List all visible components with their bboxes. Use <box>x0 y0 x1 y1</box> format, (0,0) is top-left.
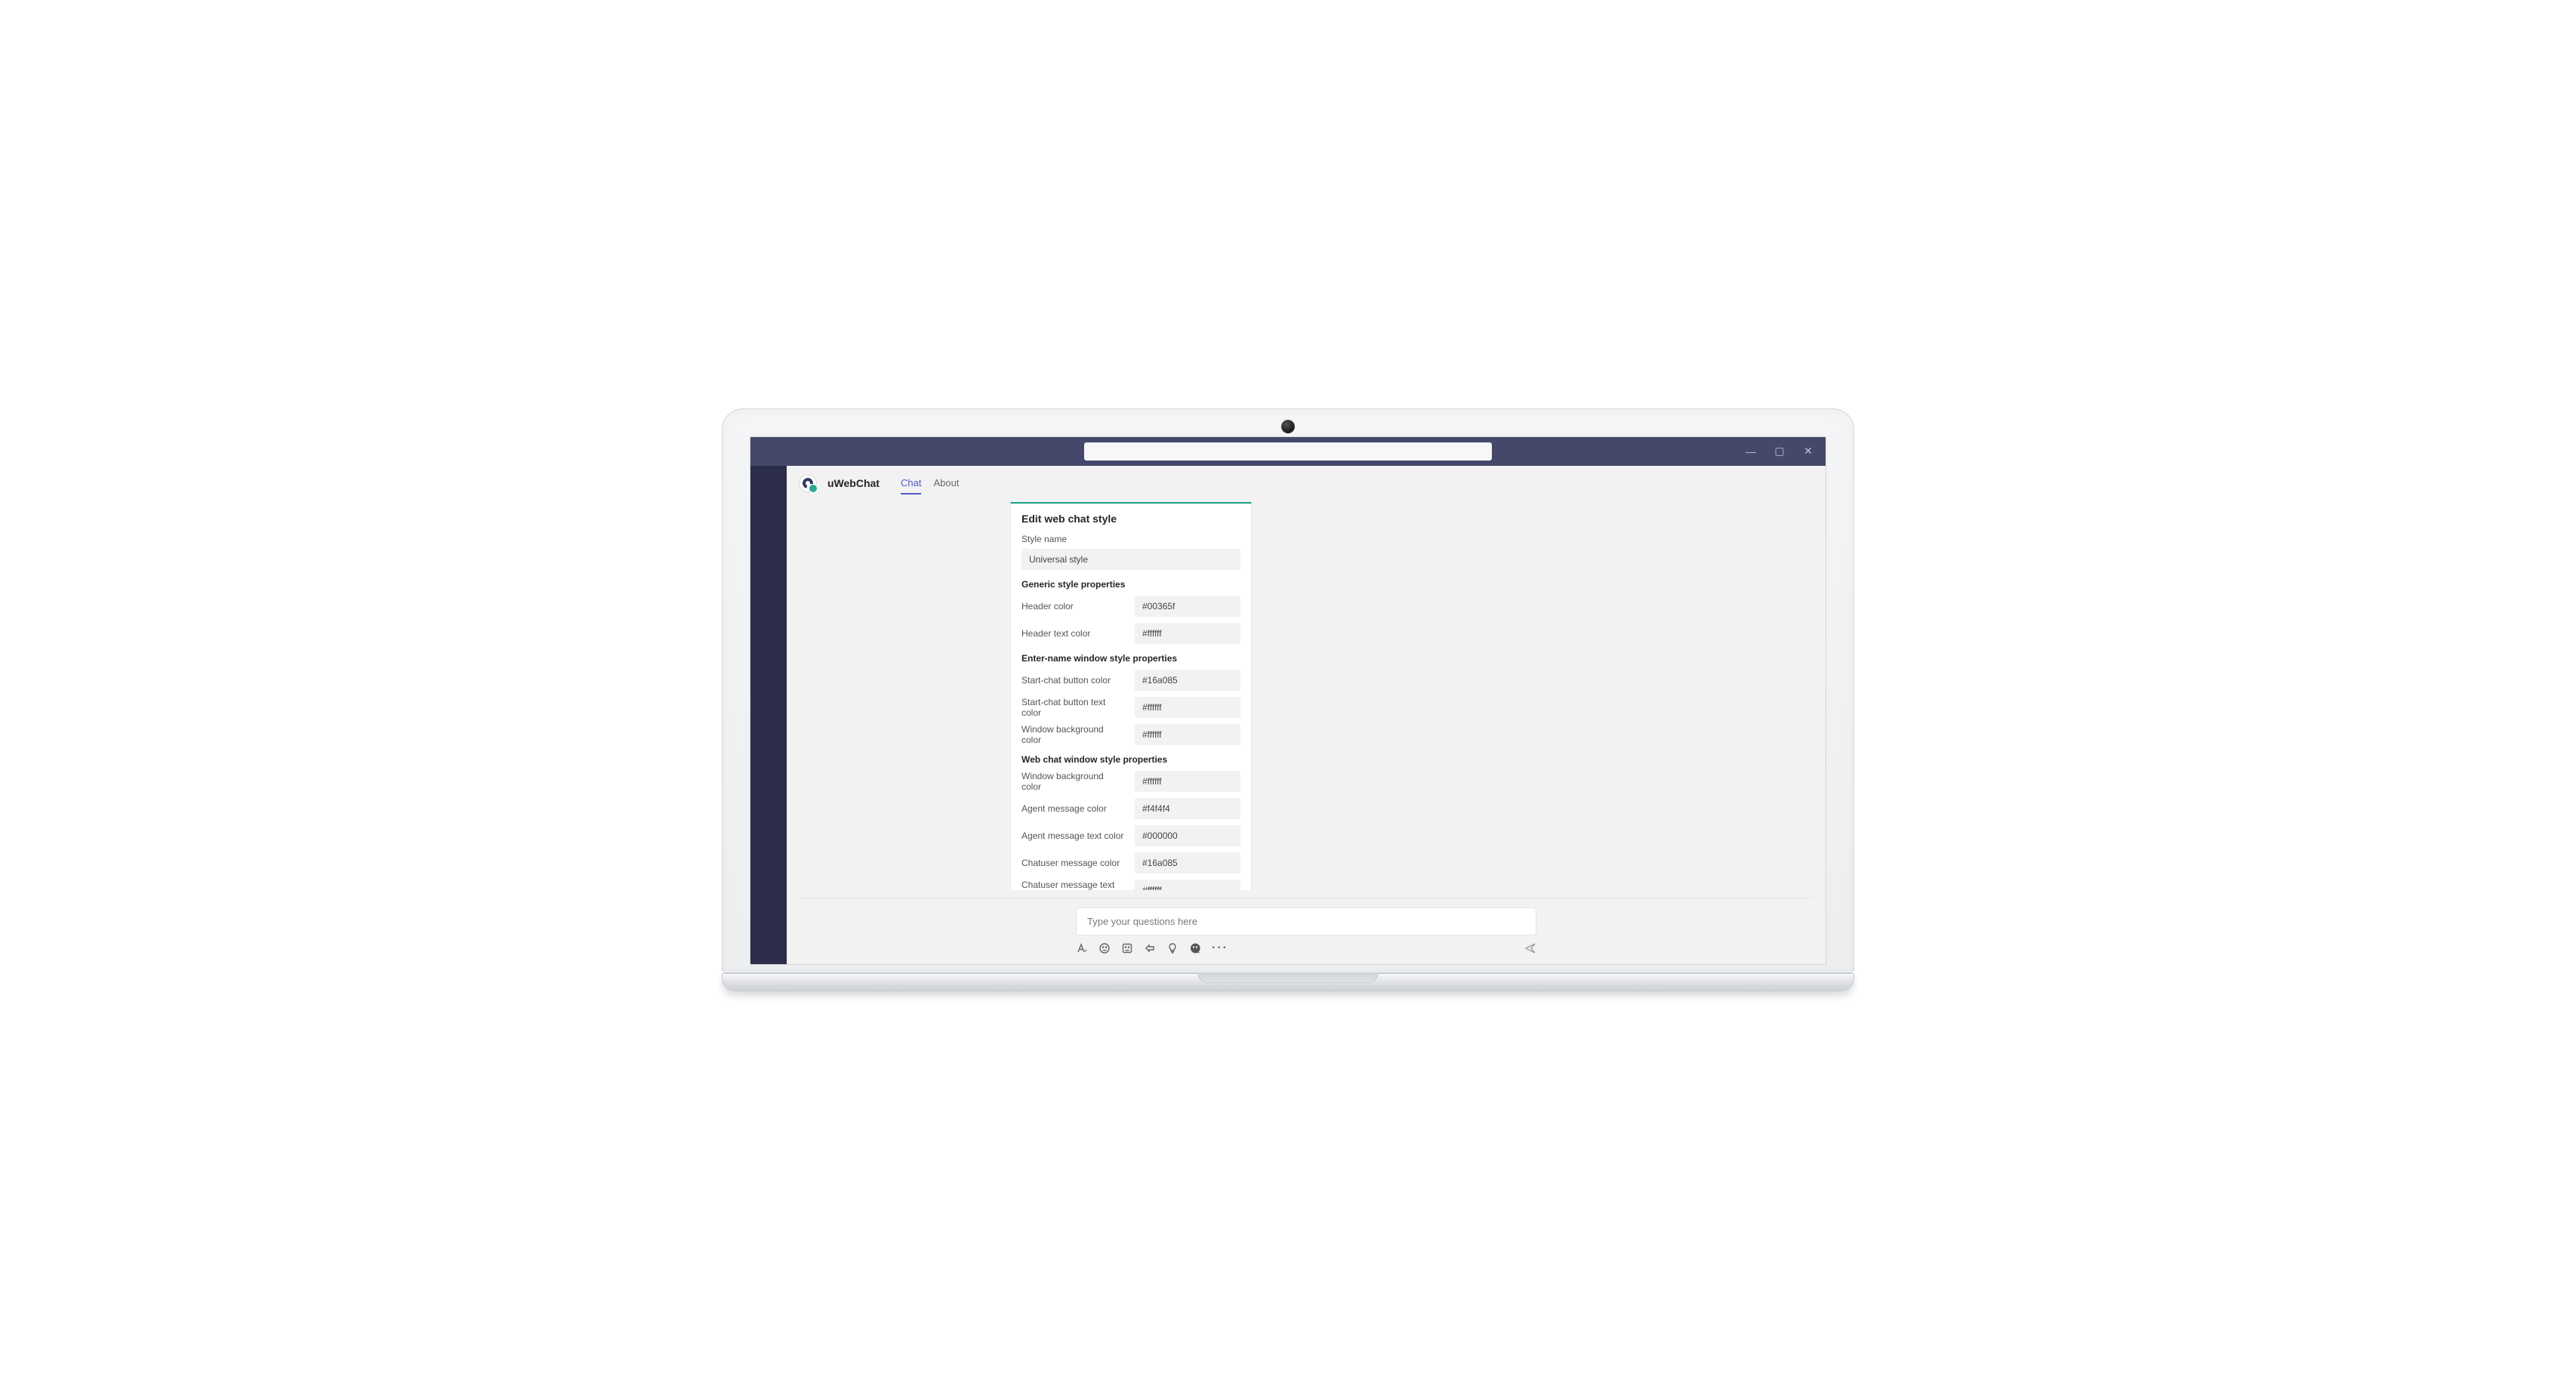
laptop-base <box>722 973 1854 991</box>
chatuser-message-color-input[interactable] <box>1135 852 1240 874</box>
style-name-label: Style name <box>1021 534 1240 544</box>
uwebchat-logo-icon <box>799 474 817 492</box>
window-controls: — ▢ ✕ <box>1739 437 1820 466</box>
laptop-frame: — ▢ ✕ uWebChat Chat About <box>722 408 1854 991</box>
more-icon[interactable]: ··· <box>1212 941 1228 955</box>
header-color-input[interactable] <box>1135 596 1240 617</box>
camera-icon <box>1281 420 1295 433</box>
enter-window-bg-label: Window background color <box>1021 724 1126 745</box>
startchat-button-color-label: Start-chat button color <box>1021 675 1126 686</box>
content-area: Edit web chat style Style name Generic s… <box>787 502 1826 890</box>
chatuser-message-color-label: Chatuser message color <box>1021 858 1126 868</box>
agent-message-color-input[interactable] <box>1135 798 1240 819</box>
titlebar: — ▢ ✕ <box>750 437 1826 466</box>
tab-chat[interactable]: Chat <box>901 473 921 495</box>
laptop-bezel: — ▢ ✕ uWebChat Chat About <box>722 408 1854 973</box>
close-button[interactable]: ✕ <box>1797 440 1820 463</box>
webchat-section-heading: Web chat window style properties <box>1021 754 1240 765</box>
priority-icon[interactable] <box>1144 942 1156 954</box>
startchat-button-text-color-input[interactable] <box>1135 697 1240 718</box>
send-icon[interactable] <box>1524 942 1536 954</box>
main-pane: uWebChat Chat About Edit web chat style … <box>787 466 1826 964</box>
chatuser-message-text-color-row: Chatuser message text color <box>1021 880 1240 890</box>
sticker-icon[interactable] <box>1121 942 1133 954</box>
style-name-input[interactable] <box>1021 549 1240 570</box>
search-input[interactable] <box>1084 442 1492 461</box>
enter-name-section-heading: Enter-name window style properties <box>1021 653 1240 664</box>
header-color-row: Header color <box>1021 596 1240 617</box>
enter-window-bg-input[interactable] <box>1135 724 1240 745</box>
startchat-button-text-color-label: Start-chat button text color <box>1021 697 1126 718</box>
format-icon[interactable] <box>1076 942 1088 954</box>
agent-message-text-color-label: Agent message text color <box>1021 830 1126 841</box>
header-text-color-input[interactable] <box>1135 623 1240 644</box>
agent-message-text-color-row: Agent message text color <box>1021 825 1240 846</box>
left-rail <box>750 466 787 964</box>
screen: — ▢ ✕ uWebChat Chat About <box>750 436 1826 965</box>
minimize-button[interactable]: — <box>1739 440 1762 463</box>
webchat-window-bg-row: Window background color <box>1021 771 1240 792</box>
style-editor-card: Edit web chat style Style name Generic s… <box>1010 502 1252 890</box>
compose-area: Type your questions here ··· <box>787 890 1826 964</box>
emoji-icon[interactable] <box>1098 942 1111 954</box>
startchat-button-color-input[interactable] <box>1135 670 1240 691</box>
tabs: Chat About <box>901 473 959 495</box>
chatuser-message-text-color-label: Chatuser message text color <box>1021 880 1126 890</box>
app-icon[interactable] <box>1189 942 1201 954</box>
compose-input[interactable]: Type your questions here <box>1076 908 1536 935</box>
maximize-button[interactable]: ▢ <box>1768 440 1791 463</box>
agent-message-color-label: Agent message color <box>1021 803 1126 814</box>
header-text-color-row: Header text color <box>1021 623 1240 644</box>
agent-message-text-color-input[interactable] <box>1135 825 1240 846</box>
webchat-window-bg-input[interactable] <box>1135 771 1240 792</box>
tab-about[interactable]: About <box>933 473 959 495</box>
header-color-label: Header color <box>1021 601 1126 612</box>
header-text-color-label: Header text color <box>1021 628 1126 639</box>
card-title: Edit web chat style <box>1021 513 1240 525</box>
startchat-button-color-row: Start-chat button color <box>1021 670 1240 691</box>
generic-section-heading: Generic style properties <box>1021 579 1240 590</box>
chatuser-message-text-color-input[interactable] <box>1135 880 1240 890</box>
agent-message-color-row: Agent message color <box>1021 798 1240 819</box>
startchat-button-text-color-row: Start-chat button text color <box>1021 697 1240 718</box>
enter-window-bg-row: Window background color <box>1021 724 1240 745</box>
app-title: uWebChat <box>827 477 880 489</box>
chatuser-message-color-row: Chatuser message color <box>1021 852 1240 874</box>
compose-toolbar: ··· <box>1076 941 1536 955</box>
webchat-window-bg-label: Window background color <box>1021 771 1126 792</box>
lightbulb-icon[interactable] <box>1166 942 1179 954</box>
app-body: uWebChat Chat About Edit web chat style … <box>750 466 1826 964</box>
app-header: uWebChat Chat About <box>787 466 1826 502</box>
